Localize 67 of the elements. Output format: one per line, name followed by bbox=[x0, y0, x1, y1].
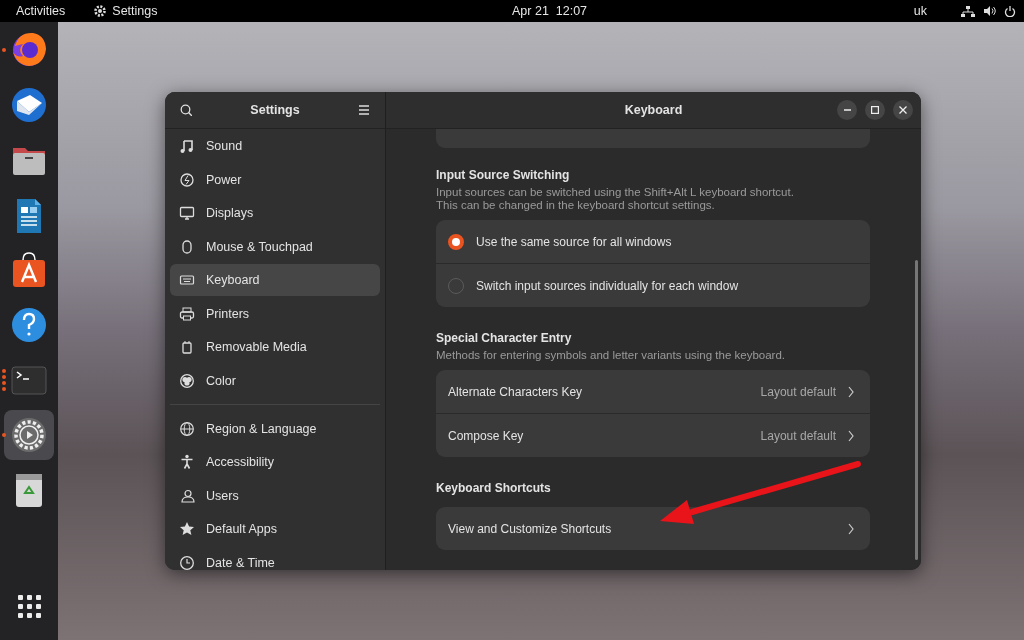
row-label: View and Customize Shortcuts bbox=[448, 521, 613, 536]
printer-icon bbox=[179, 305, 195, 322]
power-icon[interactable] bbox=[1004, 5, 1016, 17]
sidebar-item[interactable]: Mouse & Touchpad bbox=[170, 230, 380, 263]
app-grid-icon bbox=[17, 594, 41, 618]
sidebar-item[interactable]: Users bbox=[170, 479, 380, 512]
activities-button[interactable]: Activities bbox=[0, 0, 74, 22]
sidebar-title: Settings bbox=[250, 103, 300, 117]
sidebar-item[interactable]: Power bbox=[170, 163, 380, 196]
volume-icon[interactable] bbox=[983, 5, 996, 17]
minimize-icon bbox=[843, 109, 851, 111]
sidebar-item[interactable]: Region & Language bbox=[170, 412, 380, 445]
chevron-right-icon[interactable] bbox=[848, 385, 854, 398]
settings-icon bbox=[9, 415, 49, 455]
search-icon bbox=[180, 104, 192, 116]
sidebar-item[interactable]: Color bbox=[170, 364, 380, 397]
option-label: Switch input sources individually for each window bbox=[476, 278, 740, 293]
chevron-right-icon[interactable] bbox=[848, 429, 854, 442]
close-icon bbox=[899, 106, 907, 114]
app-menu-button[interactable]: Settings bbox=[81, 0, 166, 22]
maximize-button[interactable] bbox=[865, 100, 885, 120]
row-label: Alternate Characters Key bbox=[448, 384, 584, 399]
sidebar-item[interactable]: Printers bbox=[170, 297, 380, 330]
sidebar-item[interactable]: Date & Time bbox=[170, 546, 380, 570]
section-description: This can be changed in the keyboard shortcut settings. bbox=[436, 199, 716, 212]
help-icon bbox=[9, 305, 49, 345]
sidebar-item[interactable]: Keyboard bbox=[170, 264, 380, 296]
color-circles-icon bbox=[179, 372, 195, 389]
user-icon bbox=[179, 487, 195, 504]
person-icon bbox=[179, 454, 195, 470]
star-icon bbox=[179, 521, 195, 537]
window-title: Keyboard bbox=[624, 103, 683, 117]
sidebar-item[interactable]: Sound bbox=[170, 130, 380, 162]
monitor-icon bbox=[179, 205, 195, 221]
keyboard-layout-button[interactable]: uk bbox=[907, 0, 933, 22]
radio-button[interactable] bbox=[448, 233, 464, 250]
section-description: Input sources can be switched using the Shift+Alt L keyboard shortcut. bbox=[436, 186, 795, 199]
mouse-icon bbox=[179, 238, 195, 255]
globe-icon bbox=[179, 420, 195, 437]
usb-drive-icon bbox=[179, 339, 195, 355]
dock-launcher[interactable] bbox=[4, 410, 54, 460]
row-value: Layout default bbox=[760, 384, 836, 399]
music-note-icon bbox=[179, 138, 195, 154]
menu-icon bbox=[359, 105, 369, 115]
sidebar-item[interactable]: Default Apps bbox=[170, 513, 380, 545]
row-label: Compose Key bbox=[448, 428, 525, 443]
close-button[interactable] bbox=[893, 100, 913, 120]
gear-icon bbox=[93, 4, 108, 18]
scrollbar[interactable] bbox=[915, 260, 918, 560]
section-title: Input Source Switching bbox=[436, 168, 571, 182]
sidebar-item[interactable]: Accessibility bbox=[170, 446, 380, 478]
section-description: Methods for entering symbols and letter variants using the keyboard. bbox=[436, 349, 787, 362]
clock-icon bbox=[179, 554, 195, 570]
row-value: Layout default bbox=[760, 428, 836, 443]
clock-button[interactable]: Apr 21 12:07 bbox=[508, 0, 592, 22]
envelope-icon bbox=[9, 85, 49, 125]
sidebar-item[interactable]: Displays bbox=[170, 197, 380, 229]
chevron-right-icon[interactable] bbox=[848, 522, 854, 535]
minimize-button[interactable] bbox=[837, 100, 857, 120]
power-icon bbox=[179, 171, 195, 188]
option-label: Use the same source for all windows bbox=[476, 234, 673, 249]
maximize-icon bbox=[871, 106, 879, 114]
sidebar-item[interactable]: Removable Media bbox=[170, 331, 380, 363]
section-title: Special Character Entry bbox=[436, 331, 573, 345]
network-icon[interactable] bbox=[961, 5, 975, 17]
section-title: Keyboard Shortcuts bbox=[436, 481, 552, 495]
keyboard-icon bbox=[179, 272, 195, 288]
